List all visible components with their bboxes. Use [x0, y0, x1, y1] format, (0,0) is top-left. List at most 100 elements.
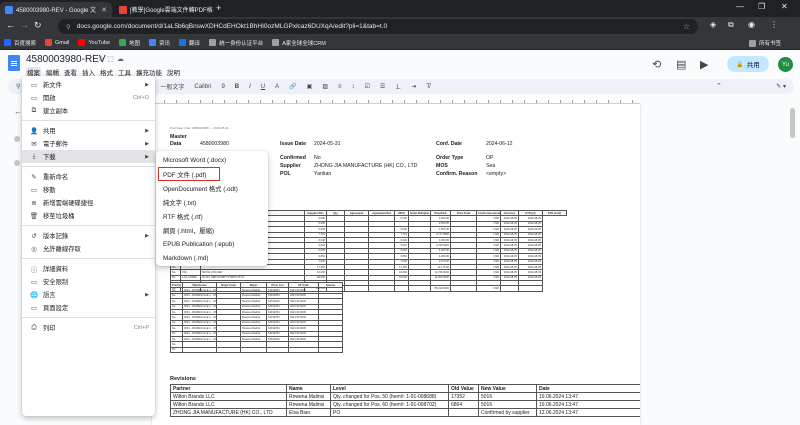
table-cell: 6864: [448, 400, 479, 409]
bookmark-item[interactable]: 统一身份认证平台: [209, 39, 263, 47]
menu-item-page-setup[interactable]: ▭ 頁面設定: [22, 301, 155, 314]
confirm-reason-value: <empty>: [486, 171, 507, 177]
submenu-arrow-icon: ▶: [145, 127, 149, 134]
menu-item-make-copy[interactable]: ⧉ 建立副本: [22, 104, 155, 117]
add-shortcut-icon: ⊕: [31, 199, 37, 207]
browser-tab-inactive[interactable]: [教學]Google雲端文件轉PDF格 ✕: [114, 2, 214, 17]
browser-tab-active[interactable]: 4580003980-REV - Google 文 ✕: [0, 2, 112, 17]
all-bookmarks[interactable]: 所有书签: [748, 39, 781, 47]
url-field[interactable]: ⚲ docs.google.com/document/d/1aL5b6qBnsw…: [58, 19, 698, 34]
docs-logo-icon[interactable]: [8, 55, 20, 71]
image-icon[interactable]: ▨: [322, 83, 328, 90]
gmail-icon: [45, 39, 53, 46]
minimize-button[interactable]: —: [736, 2, 744, 11]
document-title[interactable]: 4580003980-REV: [26, 54, 106, 65]
close-tab-icon[interactable]: ✕: [213, 6, 214, 14]
tab-title: [教學]Google雲端文件轉PDF格: [130, 8, 213, 14]
bookmark-star-icon[interactable]: ☆: [683, 22, 690, 31]
italic-icon[interactable]: I: [249, 84, 251, 90]
share-button[interactable]: 🔒 共用: [727, 56, 769, 72]
style-select[interactable]: 一般文字: [160, 82, 184, 91]
bookmark-item[interactable]: 地图: [119, 39, 140, 47]
download-epub-option[interactable]: EPUB Publication (.epub): [156, 237, 268, 251]
mos-label: MOS: [436, 163, 448, 169]
menu-item-move[interactable]: ▭ 移動: [22, 183, 155, 196]
menu-item-details[interactable]: ⓘ 詳細資料: [22, 262, 155, 275]
reload-icon[interactable]: ↻: [34, 20, 42, 31]
menu-item-offline[interactable]: ◎ 允許離線存取: [22, 242, 155, 255]
indent-icon[interactable]: ⇥: [411, 83, 416, 90]
history-icon[interactable]: ⟲: [652, 58, 661, 71]
download-odt-option[interactable]: OpenDocument 格式 (.odt): [156, 181, 268, 195]
menu-item-language[interactable]: 🌐 語言 ▶: [22, 288, 155, 301]
cloud-icon[interactable]: ☁: [117, 56, 127, 63]
font-select[interactable]: Calibri: [194, 84, 211, 90]
comment-icon[interactable]: ▣: [307, 83, 313, 90]
menu-item-rename[interactable]: ✎ 重新命名: [22, 170, 155, 183]
menu-item-security[interactable]: ▭ 安全限制: [22, 275, 155, 288]
forward-icon[interactable]: →: [20, 20, 29, 30]
close-tab-icon[interactable]: ✕: [101, 6, 107, 14]
download-docx-option[interactable]: Microsoft Word (.docx): [156, 153, 268, 167]
font-size-input[interactable]: 9: [221, 84, 224, 90]
align-icon[interactable]: ≡: [338, 84, 342, 90]
comments-icon[interactable]: ▤: [676, 58, 686, 71]
warehouse-table: Priority Warehouse Buyer Code Buyer Prod…: [170, 281, 343, 354]
browser-menu-icon[interactable]: ⋮: [770, 20, 778, 29]
extensions-puzzle-icon[interactable]: ⧉: [728, 20, 734, 30]
download-pdf-option[interactable]: PDF 文件 (.pdf): [158, 167, 220, 181]
numbered-list-icon[interactable]: ⒈: [395, 82, 401, 91]
link-icon[interactable]: 🔗: [289, 83, 296, 90]
table-header: Date: [536, 384, 640, 393]
ruler[interactable]: [152, 96, 640, 104]
menu-item-share[interactable]: 👤 共用 ▶: [22, 124, 155, 137]
bullet-list-icon[interactable]: ☰: [380, 83, 385, 90]
scrollbar-thumb[interactable]: [790, 108, 795, 138]
menu-item-move-to-trash[interactable]: 🗑 移至垃圾桶: [22, 209, 155, 222]
menu-item-add-shortcut[interactable]: ⊕ 新增雲端硬碟捷徑: [22, 196, 155, 209]
table-cell: Elsa Bian: [286, 408, 331, 417]
bookmark-item[interactable]: 翻译: [179, 39, 200, 47]
back-icon[interactable]: ←: [6, 20, 15, 30]
menu-item-download[interactable]: ⤓ 下載 ▶: [22, 150, 155, 163]
search-menus-icon[interactable]: ⚲: [16, 83, 20, 90]
new-tab-button[interactable]: +: [216, 3, 221, 13]
site-info-icon[interactable]: ⚲: [66, 23, 71, 31]
download-rtf-option[interactable]: RTF 格式 (.rtf): [156, 209, 268, 223]
bookmark-item[interactable]: 百度搜索: [4, 39, 36, 47]
menu-help[interactable]: 說明: [167, 67, 180, 77]
collapse-menus-icon[interactable]: ⌃: [716, 82, 722, 90]
maximize-button[interactable]: ❐: [758, 2, 765, 11]
bookmark-item[interactable]: 资讯: [149, 39, 170, 47]
menu-divider: [22, 258, 155, 259]
conf-date-label: Conf. Date: [436, 141, 462, 147]
move-icon[interactable]: ⬚: [107, 56, 117, 63]
download-md-option[interactable]: Markdown (.md): [156, 251, 268, 265]
outline-icon[interactable]: ←: [14, 107, 22, 116]
meet-icon[interactable]: ▶: [700, 58, 708, 71]
profile-icon[interactable]: ◉: [748, 20, 755, 29]
extension-icon[interactable]: ◈: [710, 20, 716, 29]
menu-item-version-history[interactable]: ↺ 版本記錄 ▶: [22, 229, 155, 242]
line-spacing-icon[interactable]: ↕: [352, 84, 355, 90]
underline-icon[interactable]: U: [261, 84, 265, 90]
download-html-option[interactable]: 網頁 (.html，壓縮): [156, 223, 268, 237]
bookmark-item[interactable]: A家全球全球CRM: [272, 39, 326, 47]
bookmark-item[interactable]: Gmail: [45, 39, 69, 46]
bookmark-item[interactable]: YouTube: [78, 39, 110, 46]
issue-date-label: Issue Date: [280, 141, 306, 147]
checklist-icon[interactable]: ☑: [365, 83, 370, 90]
menu-item-new[interactable]: ▭ 新文件 ▶: [22, 78, 155, 91]
menu-item-email[interactable]: ✉ 電子郵件 ▶: [22, 137, 155, 150]
star-icon[interactable]: ☆: [98, 56, 107, 63]
close-window-button[interactable]: ✕: [781, 2, 788, 11]
bold-icon[interactable]: B: [235, 84, 239, 90]
editing-mode-icon[interactable]: ✎ ▾: [776, 83, 786, 90]
text-color-icon[interactable]: A: [275, 84, 279, 90]
clear-format-icon[interactable]: T̸: [426, 84, 430, 90]
download-txt-option[interactable]: 純文字 (.txt): [156, 195, 268, 209]
avatar[interactable]: Yu: [778, 57, 793, 72]
menu-item-open[interactable]: ▭ 開啟 Ctrl+O: [22, 91, 155, 104]
document-header-note: Purchase Order 4580003980 — 2024-05-31: [170, 126, 229, 130]
menu-item-print[interactable]: ⎙ 列印 Ctrl+P: [22, 321, 155, 334]
